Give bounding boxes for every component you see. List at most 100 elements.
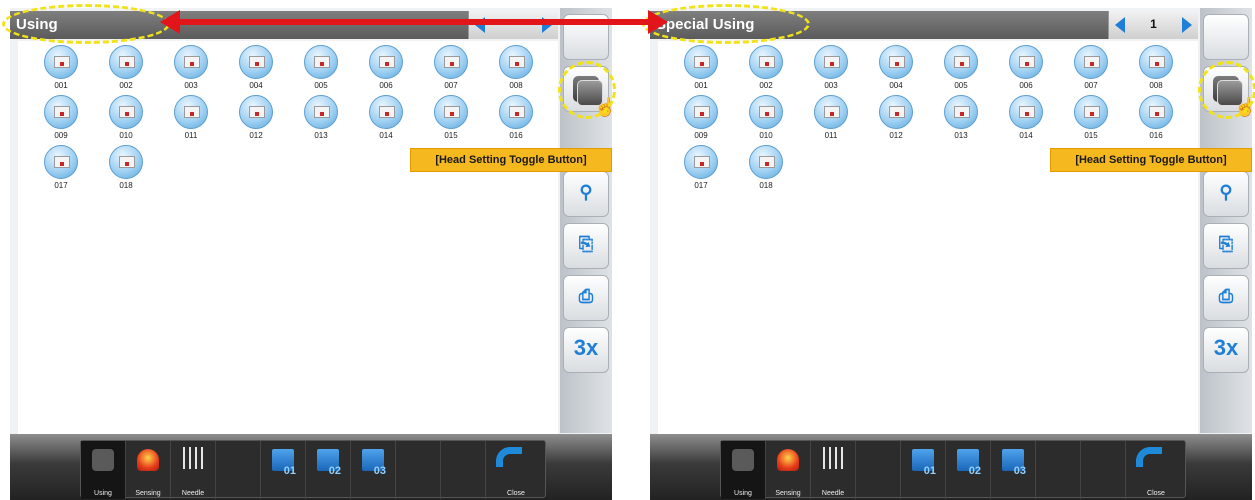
head-item[interactable]: 008 — [493, 41, 543, 97]
head-item[interactable]: 006 — [1003, 41, 1053, 97]
head-icon — [92, 449, 114, 471]
needles-icon — [183, 447, 205, 471]
close-button-label: Close — [507, 490, 525, 497]
head-number: 013 — [314, 131, 328, 140]
head-item[interactable]: 006 — [363, 41, 413, 97]
folder-03-button[interactable]: 03 — [991, 441, 1036, 499]
head-icon — [732, 449, 754, 471]
chip-icon — [889, 56, 905, 68]
folder-02-button[interactable]: 02 — [946, 441, 991, 499]
head-icon — [239, 45, 273, 79]
head-item[interactable]: 011 — [808, 91, 858, 147]
head-item[interactable]: 001 — [38, 41, 88, 97]
head-number: 005 — [314, 81, 328, 90]
chip-icon — [1084, 56, 1100, 68]
blank-button[interactable] — [1203, 14, 1249, 60]
head-item[interactable]: 004 — [873, 41, 923, 97]
head-item[interactable]: 011 — [168, 91, 218, 147]
folder-03-button[interactable]: 03 — [351, 441, 396, 499]
head-number: 017 — [694, 181, 708, 190]
head-item[interactable]: 015 — [1068, 91, 1118, 147]
interval-3x-button[interactable]: 3x — [1203, 327, 1249, 373]
head-number: 018 — [119, 181, 133, 190]
head-item[interactable]: 004 — [233, 41, 283, 97]
head-item[interactable]: 009 — [678, 91, 728, 147]
sensing-tab[interactable]: Sensing — [126, 441, 171, 499]
head-number: 012 — [249, 131, 263, 140]
head-item[interactable]: 016 — [1133, 91, 1183, 147]
using-tab[interactable]: Using — [721, 441, 766, 499]
head-number: 010 — [119, 131, 133, 140]
undo-arrow-icon — [1136, 447, 1162, 467]
odd-heads-button[interactable]: ⎘ — [563, 223, 609, 269]
head-icon — [434, 95, 468, 129]
close-button[interactable]: Close — [486, 441, 546, 499]
head-item[interactable]: 010 — [743, 91, 793, 147]
head-item[interactable]: 008 — [1133, 41, 1183, 97]
head-item[interactable]: 015 — [428, 91, 478, 147]
head-item[interactable]: 014 — [363, 91, 413, 147]
head-item[interactable]: 013 — [298, 91, 348, 147]
head-number: 016 — [1149, 131, 1163, 140]
head-icon — [109, 145, 143, 179]
head-icon — [44, 45, 78, 79]
head-item[interactable]: 005 — [938, 41, 988, 97]
head-icon — [1009, 95, 1043, 129]
needles-icon — [823, 447, 845, 471]
head-grid: 001 002 003 004 005 006 007 008 009 010 011 012 013 0… — [658, 41, 1198, 441]
interval-3x-button[interactable]: 3x — [563, 327, 609, 373]
head-item[interactable]: 013 — [938, 91, 988, 147]
head-search-button[interactable]: ⚲ — [563, 171, 609, 217]
head-icon — [749, 95, 783, 129]
head-item[interactable]: 009 — [38, 91, 88, 147]
head-item[interactable]: 002 — [103, 41, 153, 97]
head-item[interactable]: 003 — [168, 41, 218, 97]
bottom-toolbar: Using Sensing Needle 01 02 03 Close — [650, 434, 1252, 500]
head-item[interactable]: 017 — [678, 141, 728, 197]
head-item[interactable]: 001 — [678, 41, 728, 97]
head-item[interactable]: 017 — [38, 141, 88, 197]
head-item[interactable]: 002 — [743, 41, 793, 97]
chip-icon — [954, 56, 970, 68]
undo-arrow-icon — [496, 447, 522, 467]
head-item[interactable]: 012 — [233, 91, 283, 147]
head-icon — [369, 95, 403, 129]
head-search-button[interactable]: ⚲ — [1203, 171, 1249, 217]
empty-slot — [216, 441, 261, 499]
using-tab[interactable]: Using — [81, 441, 126, 499]
needle-tab-label: Needle — [821, 490, 845, 497]
chip-icon — [119, 156, 135, 168]
head-item[interactable]: 003 — [808, 41, 858, 97]
head-icon — [239, 95, 273, 129]
head-item[interactable]: 012 — [873, 91, 923, 147]
close-button[interactable]: Close — [1126, 441, 1186, 499]
folder-01-button[interactable]: 01 — [261, 441, 306, 499]
next-page-icon[interactable] — [1182, 17, 1192, 33]
chip-icon — [54, 56, 70, 68]
odd-heads-button[interactable]: ⎘ — [1203, 223, 1249, 269]
folder-01-button[interactable]: 01 — [901, 441, 946, 499]
comparison-canvas: Using 001 002 003 004 005 006 007 008 009 010 011 0… — [0, 0, 1255, 500]
folder-02-button[interactable]: 02 — [306, 441, 351, 499]
chip-icon — [249, 106, 265, 118]
even-heads-button[interactable]: ⎙ — [1203, 275, 1249, 321]
even-heads-button[interactable]: ⎙ — [563, 275, 609, 321]
needle-tab[interactable]: Needle — [811, 441, 856, 499]
head-icon — [749, 45, 783, 79]
head-item[interactable]: 018 — [743, 141, 793, 197]
head-icon — [44, 145, 78, 179]
head-item[interactable]: 005 — [298, 41, 348, 97]
sensing-tab[interactable]: Sensing — [766, 441, 811, 499]
needle-tab[interactable]: Needle — [171, 441, 216, 499]
head-item[interactable]: 007 — [428, 41, 478, 97]
head-icon — [879, 95, 913, 129]
title-highlight-ellipse — [2, 4, 170, 44]
head-number: 002 — [759, 81, 773, 90]
head-item[interactable]: 007 — [1068, 41, 1118, 97]
head-item[interactable]: 016 — [493, 91, 543, 147]
head-item[interactable]: 014 — [1003, 91, 1053, 147]
head-item[interactable]: 018 — [103, 141, 153, 197]
head-item[interactable]: 010 — [103, 91, 153, 147]
head-number: 014 — [1019, 131, 1033, 140]
head-number: 012 — [889, 131, 903, 140]
